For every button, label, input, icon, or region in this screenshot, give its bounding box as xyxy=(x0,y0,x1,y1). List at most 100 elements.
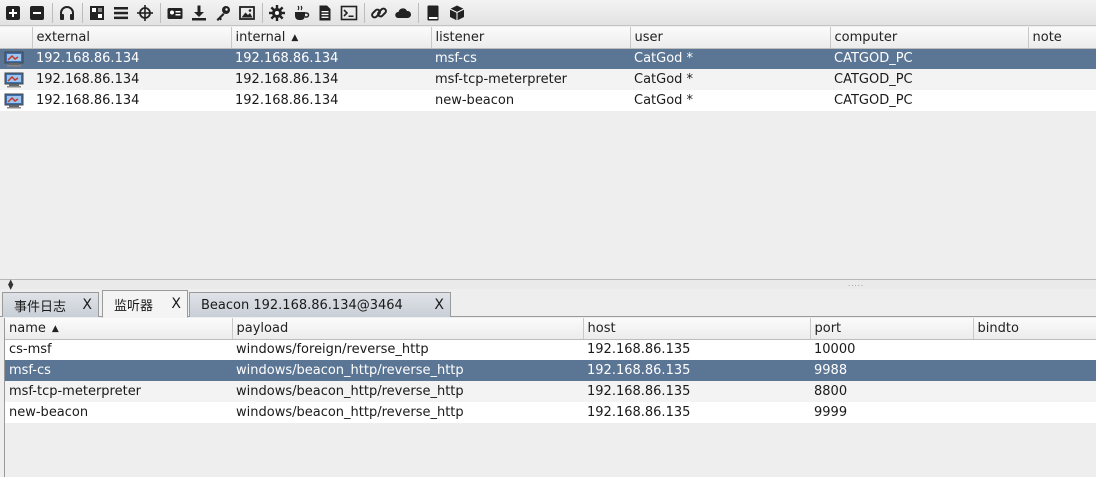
column-header-internal[interactable]: internal ▲ xyxy=(231,27,432,49)
session-cell-listener: msf-tcp-meterpreter xyxy=(431,69,630,90)
session-cell-external: 192.168.86.134 xyxy=(32,90,231,111)
column-header-listener[interactable]: listener xyxy=(431,27,631,49)
listener-row[interactable]: msf-cs windows/beacon_http/reverse_http 19… xyxy=(5,360,1096,381)
sort-ascending-icon: ▲ xyxy=(51,323,59,334)
terminal-button[interactable] xyxy=(338,2,360,24)
book-button[interactable] xyxy=(422,2,444,24)
empty-row xyxy=(0,195,1096,216)
panel-splitter[interactable]: ▲ ▼ ····· xyxy=(0,279,1096,291)
column-header-host[interactable]: host xyxy=(583,318,811,340)
empty-row xyxy=(0,174,1096,195)
session-cell-computer: CATGOD_PC xyxy=(830,69,1028,90)
toolbar-separator xyxy=(52,2,53,23)
cloud-button[interactable] xyxy=(392,2,414,24)
listener-cell-name: cs-msf xyxy=(5,339,232,360)
listeners-table: name ▲ payload host port bindto cs-msf win… xyxy=(5,318,1096,423)
list-button[interactable] xyxy=(110,2,132,24)
listener-cell-payload: windows/beacon_http/reverse_http xyxy=(232,402,583,423)
session-cell-computer: CATGOD_PC xyxy=(830,90,1028,111)
session-cell-listener: msf-cs xyxy=(431,48,630,69)
session-cell-internal: 192.168.86.134 xyxy=(231,90,431,111)
column-header-external[interactable]: external xyxy=(32,27,232,49)
listener-cell-bindto xyxy=(973,339,1096,360)
toolbar-separator xyxy=(82,2,83,23)
download-button[interactable] xyxy=(188,2,210,24)
toolbar-separator xyxy=(418,2,419,23)
plus-icon xyxy=(6,5,20,20)
id-card-icon xyxy=(167,7,183,19)
tab-label: 监听器 xyxy=(114,298,154,314)
listener-cell-host: 192.168.86.135 xyxy=(583,402,810,423)
toolbar xyxy=(0,0,1096,26)
tab-listeners[interactable]: 监听器 X xyxy=(102,290,188,318)
session-cell-note xyxy=(1028,90,1096,111)
column-header-note[interactable]: note xyxy=(1028,27,1096,49)
package-icon xyxy=(449,5,465,20)
gear-button[interactable] xyxy=(266,2,288,24)
close-icon[interactable]: X xyxy=(434,297,444,313)
session-cell-note xyxy=(1028,69,1096,90)
session-cell-internal: 192.168.86.134 xyxy=(231,48,431,69)
listener-cell-name: msf-cs xyxy=(5,360,232,381)
tab-event-log[interactable]: 事件日志 X xyxy=(2,292,99,317)
document-button[interactable] xyxy=(314,2,336,24)
image-icon xyxy=(239,5,255,20)
toolbar-separator xyxy=(160,2,161,23)
package-button[interactable] xyxy=(446,2,468,24)
session-row[interactable]: 192.168.86.134 192.168.86.134 new-beacon Ca… xyxy=(0,90,1096,111)
link-button[interactable] xyxy=(368,2,390,24)
pivot-graph-icon xyxy=(90,5,104,20)
session-cell-user: CatGod * xyxy=(630,48,830,69)
image-button[interactable] xyxy=(236,2,258,24)
column-header-icon[interactable] xyxy=(0,27,33,49)
session-cell-listener: new-beacon xyxy=(431,90,630,111)
listener-cell-payload: windows/beacon_http/reverse_http xyxy=(232,381,583,402)
splitter-grip-icon[interactable]: ····· xyxy=(848,282,864,290)
listener-cell-bindto xyxy=(973,381,1096,402)
download-icon xyxy=(192,5,206,20)
empty-row xyxy=(0,237,1096,258)
session-row[interactable]: 192.168.86.134 192.168.86.134 msf-tcp-mete… xyxy=(0,69,1096,90)
session-cell-external: 192.168.86.134 xyxy=(32,69,231,90)
plus-button[interactable] xyxy=(2,2,24,24)
listener-row[interactable]: new-beacon windows/beacon_http/reverse_ht… xyxy=(5,402,1096,423)
listener-cell-bindto xyxy=(973,402,1096,423)
listener-cell-bindto xyxy=(973,360,1096,381)
column-header-payload[interactable]: payload xyxy=(232,318,584,340)
session-icon-cell xyxy=(0,69,32,90)
minus-button[interactable] xyxy=(26,2,48,24)
cloud-icon xyxy=(395,7,412,18)
session-cell-internal: 192.168.86.134 xyxy=(231,69,431,90)
coffee-button[interactable] xyxy=(290,2,312,24)
close-icon[interactable]: X xyxy=(82,297,92,313)
id-card-button[interactable] xyxy=(164,2,186,24)
close-icon[interactable]: X xyxy=(171,296,181,312)
column-header-name[interactable]: name ▲ xyxy=(5,318,233,340)
key-button[interactable] xyxy=(212,2,234,24)
splitter-arrows-icon[interactable]: ▲ ▼ xyxy=(8,279,13,291)
sessions-panel: external internal ▲ listener user compute… xyxy=(0,27,1096,279)
crosshair-button[interactable] xyxy=(134,2,156,24)
listener-row[interactable]: msf-tcp-meterpreter windows/beacon_http/r… xyxy=(5,381,1096,402)
headphones-button[interactable] xyxy=(56,2,78,24)
session-cell-computer: CATGOD_PC xyxy=(830,48,1028,69)
pivot-graph-button[interactable] xyxy=(86,2,108,24)
computer-session-icon xyxy=(4,51,24,67)
column-header-port[interactable]: port xyxy=(810,318,974,340)
listener-cell-name: new-beacon xyxy=(5,402,232,423)
column-header-user[interactable]: user xyxy=(630,27,831,49)
session-row[interactable]: 192.168.86.134 192.168.86.134 msf-cs CatGod… xyxy=(0,48,1096,69)
column-header-computer[interactable]: computer xyxy=(830,27,1029,49)
sort-ascending-icon: ▲ xyxy=(291,32,299,43)
column-header-bindto[interactable]: bindto xyxy=(973,318,1096,340)
document-icon xyxy=(319,5,331,20)
tab-bar: 事件日志 X 监听器 X Beacon 192.168.86.134@3464 … xyxy=(0,290,1096,318)
empty-row xyxy=(0,132,1096,153)
listener-row[interactable]: cs-msf windows/foreign/reverse_http 192.16… xyxy=(5,339,1096,360)
tab-label: 事件日志 xyxy=(14,299,67,315)
session-cell-user: CatGod * xyxy=(630,69,830,90)
tab-beacon[interactable]: Beacon 192.168.86.134@3464 X xyxy=(189,292,451,317)
toolbar-separator xyxy=(262,2,263,23)
listener-cell-payload: windows/foreign/reverse_http xyxy=(232,339,583,360)
listener-cell-port: 9988 xyxy=(810,360,973,381)
